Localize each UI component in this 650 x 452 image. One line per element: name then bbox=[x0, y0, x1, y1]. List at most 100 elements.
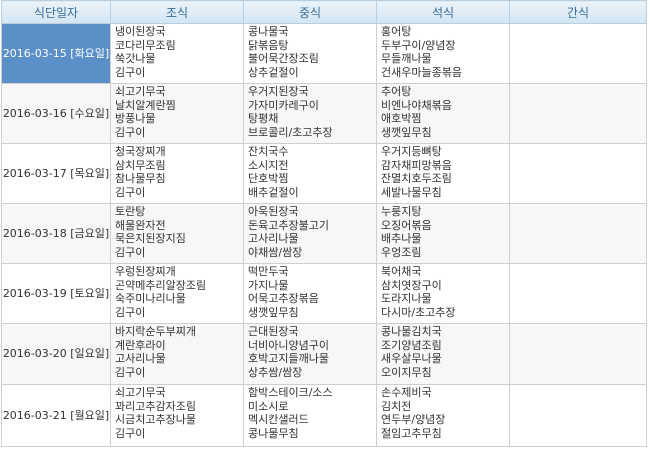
date-cell[interactable]: 2016-03-20 [일요일] bbox=[1, 323, 111, 385]
menu-item: 바지락순두부찌개 bbox=[115, 325, 196, 338]
menu-item: 해물완자전 bbox=[115, 218, 166, 232]
menu-item: 너비아니양념구이 bbox=[248, 338, 329, 352]
menu-item: 고사리나물 bbox=[115, 352, 166, 366]
menu-item: 도라지나물 bbox=[381, 292, 432, 306]
menu-item: 묵은지된장지짐 bbox=[115, 232, 186, 246]
date-cell[interactable]: 2016-03-18 [금요일] bbox=[1, 203, 111, 264]
header-date[interactable]: 식단일자 bbox=[1, 0, 111, 24]
table-row[interactable]: 2016-03-15 [화요일] 냉이된장국 코다리무조림 쑥갓나물 김구이 콩나물국 닭볶… bbox=[1, 23, 647, 84]
menu-item: 생깻잎무침 bbox=[381, 125, 432, 139]
table-row[interactable]: 2016-03-20 [일요일] 바지락순두부찌개 계란후라이 고사리나물 김구이 근대된… bbox=[1, 323, 647, 385]
lunch-cell: 잔치국수 소시지전 단호박찜 배추겉절이 bbox=[243, 143, 377, 204]
menu-item: 고사리나물 bbox=[248, 232, 299, 246]
lunch-cell: 함박스테이크/소스 미소시로 멕시칸샐러드 콩나물무침 bbox=[243, 384, 377, 447]
menu-item: 꽈리고추감자조림 bbox=[115, 399, 196, 413]
menu-item: 배추겉절이 bbox=[248, 185, 299, 199]
header-breakfast[interactable]: 조식 bbox=[110, 0, 244, 24]
menu-item: 아욱된장국 bbox=[248, 205, 299, 218]
date-cell[interactable]: 2016-03-17 [목요일] bbox=[1, 143, 111, 204]
menu-item: 가지나물 bbox=[248, 278, 289, 292]
menu-item: 김구이 bbox=[115, 305, 146, 319]
date-cell[interactable]: 2016-03-21 [월요일] bbox=[1, 384, 111, 447]
menu-item: 오이지무침 bbox=[381, 365, 432, 379]
menu-item: 추어탕 bbox=[381, 85, 412, 98]
breakfast-cell: 냉이된장국 코다리무조림 쑥갓나물 김구이 bbox=[110, 23, 244, 84]
menu-item: 쇠고기무국 bbox=[115, 386, 166, 399]
header-dinner[interactable]: 석식 bbox=[376, 0, 510, 24]
menu-item: 오징어볶음 bbox=[381, 218, 432, 232]
snack-cell bbox=[509, 263, 647, 324]
table-row[interactable]: 2016-03-21 [월요일] 쇠고기무국 꽈리고추감자조림 시금치고추장나물 김구이… bbox=[1, 384, 647, 447]
menu-item: 참나물무침 bbox=[115, 172, 166, 186]
menu-item: 함박스테이크/소스 bbox=[248, 386, 333, 399]
menu-item: 호박고지들깨나물 bbox=[248, 352, 329, 366]
menu-item: 콩나물김치국 bbox=[381, 325, 442, 338]
menu-item: 단호박찜 bbox=[248, 172, 289, 186]
menu-item: 누룽지탕 bbox=[381, 205, 422, 218]
menu-item: 계란후라이 bbox=[115, 338, 166, 352]
breakfast-cell: 쇠고기무국 날치알계란찜 방풍나물 김구이 bbox=[110, 83, 244, 144]
menu-item: 배추나물 bbox=[381, 232, 422, 246]
menu-item: 불어묵간장조림 bbox=[248, 52, 319, 66]
menu-item: 닭볶음탕 bbox=[248, 38, 289, 52]
menu-item: 다시마/초고추장 bbox=[381, 305, 456, 319]
menu-item: 북어채국 bbox=[381, 265, 422, 278]
menu-item: 우엉조림 bbox=[381, 245, 422, 259]
menu-item: 생깻잎무침 bbox=[248, 305, 299, 319]
breakfast-cell: 청국장찌개 삼치무조림 참나물무침 김구이 bbox=[110, 143, 244, 204]
menu-item: 방풍나물 bbox=[115, 112, 156, 126]
menu-item: 우렁된장찌개 bbox=[115, 265, 176, 278]
menu-item: 건새우마늘종볶음 bbox=[381, 65, 462, 79]
menu-item: 우거지된장국 bbox=[248, 85, 309, 98]
menu-item: 두부구이/양념장 bbox=[381, 38, 456, 52]
menu-item: 콩나물무침 bbox=[248, 426, 299, 440]
menu-item: 감자채피망볶음 bbox=[381, 158, 452, 172]
snack-cell bbox=[509, 23, 647, 84]
meal-menu-table: 식단일자 조식 중식 석식 간식 2016-03-15 [화요일] 냉이된장국 코다… bbox=[1, 0, 647, 447]
menu-item: 탕평채 bbox=[248, 112, 279, 126]
table-row[interactable]: 2016-03-19 [토요일] 우렁된장찌개 곤약메추리알장조림 숙주미나리나물 김구… bbox=[1, 263, 647, 324]
date-cell[interactable]: 2016-03-15 [화요일] bbox=[1, 23, 111, 84]
menu-item: 김구이 bbox=[115, 125, 146, 139]
table-row[interactable]: 2016-03-18 [금요일] 토란탕 해물완자전 묵은지된장지짐 김구이 아욱된장국 돈… bbox=[1, 203, 647, 264]
breakfast-cell: 우렁된장찌개 곤약메추리알장조림 숙주미나리나물 김구이 bbox=[110, 263, 244, 324]
dinner-cell: 콩나물김치국 조기양념조림 새우살무나물 오이지무침 bbox=[376, 323, 510, 385]
date-cell[interactable]: 2016-03-16 [수요일] bbox=[1, 83, 111, 144]
lunch-cell: 우거지된장국 가자미카레구이 탕평채 브로콜리/초고추장 bbox=[243, 83, 377, 144]
date-cell[interactable]: 2016-03-19 [토요일] bbox=[1, 263, 111, 324]
menu-item: 떡만두국 bbox=[248, 265, 289, 278]
lunch-cell: 콩나물국 닭볶음탕 불어묵간장조림 상추겉절이 bbox=[243, 23, 377, 84]
snack-cell bbox=[509, 83, 647, 144]
menu-item: 김구이 bbox=[115, 65, 146, 79]
header-lunch[interactable]: 중식 bbox=[243, 0, 377, 24]
header-snack[interactable]: 간식 bbox=[509, 0, 647, 24]
menu-item: 멕시칸샐러드 bbox=[248, 413, 309, 427]
breakfast-cell: 바지락순두부찌개 계란후라이 고사리나물 김구이 bbox=[110, 323, 244, 385]
menu-item: 곤약메추리알장조림 bbox=[115, 278, 207, 292]
menu-item: 김구이 bbox=[115, 185, 146, 199]
menu-item: 세발나물무침 bbox=[381, 185, 442, 199]
lunch-cell: 아욱된장국 돈육고추장불고기 고사리나물 야채쌈/쌈장 bbox=[243, 203, 377, 264]
menu-item: 숙주미나리나물 bbox=[115, 292, 186, 306]
menu-item: 김구이 bbox=[115, 426, 146, 440]
snack-cell bbox=[509, 323, 647, 385]
dinner-cell: 손수제비국 김치전 연두부/양념장 절임고추무침 bbox=[376, 384, 510, 447]
menu-item: 상추쌈/쌈장 bbox=[248, 365, 303, 379]
menu-item: 삼치무조림 bbox=[115, 158, 166, 172]
menu-item: 새우살무나물 bbox=[381, 352, 442, 366]
menu-item: 무들깨나물 bbox=[381, 52, 432, 66]
menu-item: 근대된장국 bbox=[248, 325, 299, 338]
menu-item: 김치전 bbox=[381, 399, 412, 413]
table-row[interactable]: 2016-03-17 [목요일] 청국장찌개 삼치무조림 참나물무침 김구이 잔치국수 소시… bbox=[1, 143, 647, 204]
dinner-cell: 우거지등뼈탕 감자채피망볶음 잔멸치호두조림 세발나물무침 bbox=[376, 143, 510, 204]
table-row[interactable]: 2016-03-16 [수요일] 쇠고기무국 날치알계란찜 방풍나물 김구이 우거지된장국… bbox=[1, 83, 647, 144]
lunch-cell: 근대된장국 너비아니양념구이 호박고지들깨나물 상추쌈/쌈장 bbox=[243, 323, 377, 385]
menu-item: 삼치엿장구이 bbox=[381, 278, 442, 292]
menu-item: 우거지등뼈탕 bbox=[381, 145, 442, 158]
header-row: 식단일자 조식 중식 석식 간식 bbox=[1, 0, 647, 24]
menu-item: 홍어탕 bbox=[381, 25, 412, 38]
breakfast-cell: 쇠고기무국 꽈리고추감자조림 시금치고추장나물 김구이 bbox=[110, 384, 244, 447]
menu-item: 시금치고추장나물 bbox=[115, 413, 196, 427]
snack-cell bbox=[509, 203, 647, 264]
menu-item: 토란탕 bbox=[115, 205, 146, 218]
